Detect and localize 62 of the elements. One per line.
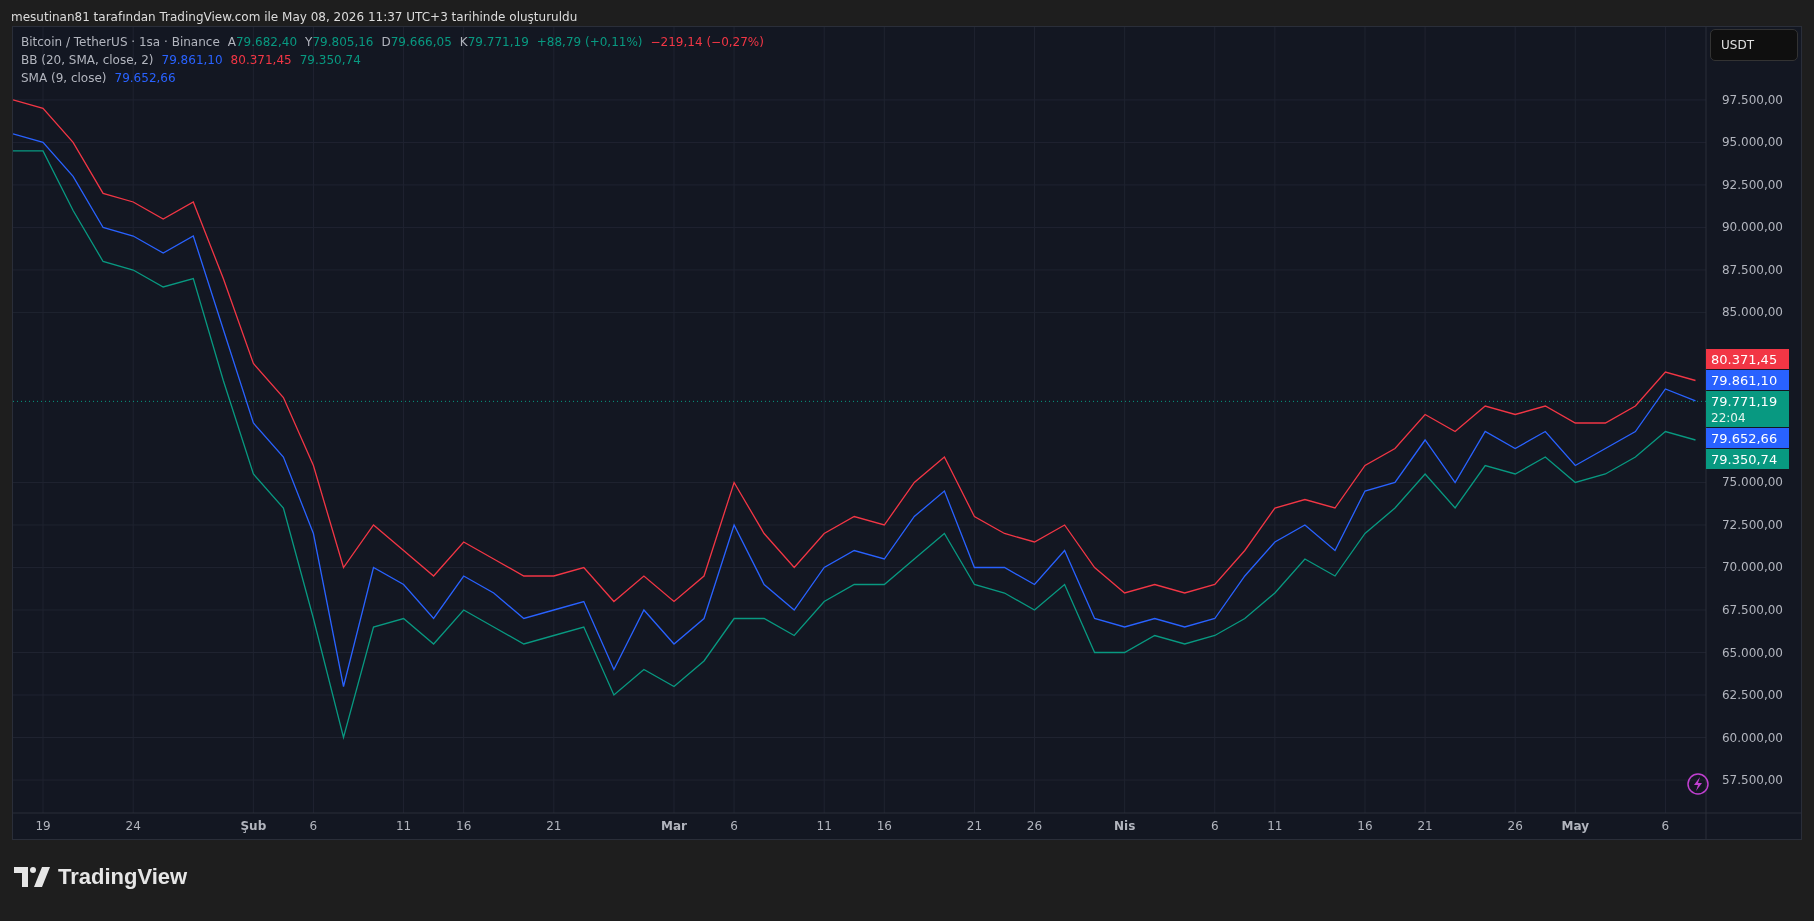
time-axis-label: 19 [35, 819, 51, 833]
logo-text: TradingView [58, 864, 188, 890]
time-axis-label: 6 [730, 819, 738, 833]
symbol-title: Bitcoin / TetherUS · 1sa · Binance [21, 35, 220, 49]
ohlc-value: 79.805,16 [312, 35, 374, 49]
time-axis-label: 16 [876, 819, 892, 833]
price-axis-label: 75.000,00 [1721, 475, 1783, 490]
indicator-value: 80.371,45 [230, 53, 292, 67]
time-axis-label: Nis [1114, 819, 1136, 833]
chart-caption: mesutinan81 tarafından TradingView.com ile May 08, 2026 11:37 UTC+3 tarihinde oluşturuldu [10, 9, 579, 26]
price-tag: 79.771,19 22:04 [1706, 391, 1789, 427]
lightning-icon[interactable] [1687, 773, 1709, 795]
ohlc-label: Y [305, 35, 313, 49]
indicator-value: 79.652,66 [114, 71, 176, 85]
time-axis-label: 21 [966, 819, 983, 833]
time-axis-label: 24 [125, 819, 141, 833]
indicator-name: SMA (9, close) [21, 71, 107, 85]
time-axis-label: 6 [309, 819, 318, 833]
price-axis-label: 62.500,00 [1721, 688, 1783, 702]
price-change: +88,79 (+0,11%) [536, 35, 643, 49]
price-axis-label: 72.500,00 [1721, 518, 1783, 532]
time-axis-label: 11 [816, 819, 832, 833]
price-axis-label: 87.500,00 [1721, 262, 1783, 277]
price-axis-label: 97.500,00 [1721, 92, 1783, 107]
time-axis-label: 26 [1026, 819, 1043, 833]
price-axis-label: 85.000,00 [1721, 305, 1783, 320]
ohlc-value: 79.771,19 [467, 35, 529, 49]
ohlc-label: D [381, 35, 391, 49]
time-axis-label: 16 [456, 819, 472, 833]
time-axis-label: Şub [240, 819, 267, 833]
time-axis-label: 11 [395, 819, 412, 833]
time-axis-label: 16 [1357, 819, 1373, 833]
price-axis-label: 57.500,00 [1721, 773, 1783, 787]
currency-button[interactable]: USDT [1710, 29, 1798, 61]
price-axis-label: 60.000,00 [1721, 730, 1783, 745]
time-axis-label: 6 [1210, 819, 1219, 833]
time-axis-label: May [1561, 819, 1590, 833]
indicator-value: 79.350,74 [299, 53, 361, 67]
price-axis-label: 65.000,00 [1721, 645, 1783, 660]
time-axis-label: 11 [1267, 819, 1283, 833]
price-axis-label: 70.000,00 [1721, 560, 1783, 575]
price-tag: 79.350,74 [1706, 449, 1789, 469]
time-axis-label: Mar [661, 819, 687, 833]
indicator-name: BB (20, SMA, close, 2) [21, 53, 154, 67]
price-axis-label: 90.000,00 [1721, 220, 1783, 235]
time-axis-label: 21 [1417, 819, 1433, 833]
price-axis-label: 92.500,00 [1721, 177, 1783, 192]
ohlc-value: 79.666,05 [390, 35, 452, 49]
price-tag: 79.861,10 [1706, 370, 1789, 390]
price-change: −219,14 (−0,27%) [650, 35, 764, 49]
indicator-value: 79.861,10 [161, 53, 223, 67]
price-axis-label: 67.500,00 [1721, 603, 1783, 617]
ohlc-label: K [459, 35, 468, 49]
price-tag: 79.652,66 [1706, 428, 1789, 448]
time-axis-label: 26 [1507, 819, 1523, 833]
ohlc-label: A [227, 35, 236, 49]
time-axis-label: 21 [546, 819, 562, 833]
price-axis-label: 95.000,00 [1721, 135, 1783, 150]
ohlc-value: 79.682,40 [236, 35, 298, 49]
price-tag: 80.371,45 [1706, 349, 1789, 369]
logo-icon [14, 867, 50, 887]
time-axis-label: 6 [1661, 819, 1670, 833]
